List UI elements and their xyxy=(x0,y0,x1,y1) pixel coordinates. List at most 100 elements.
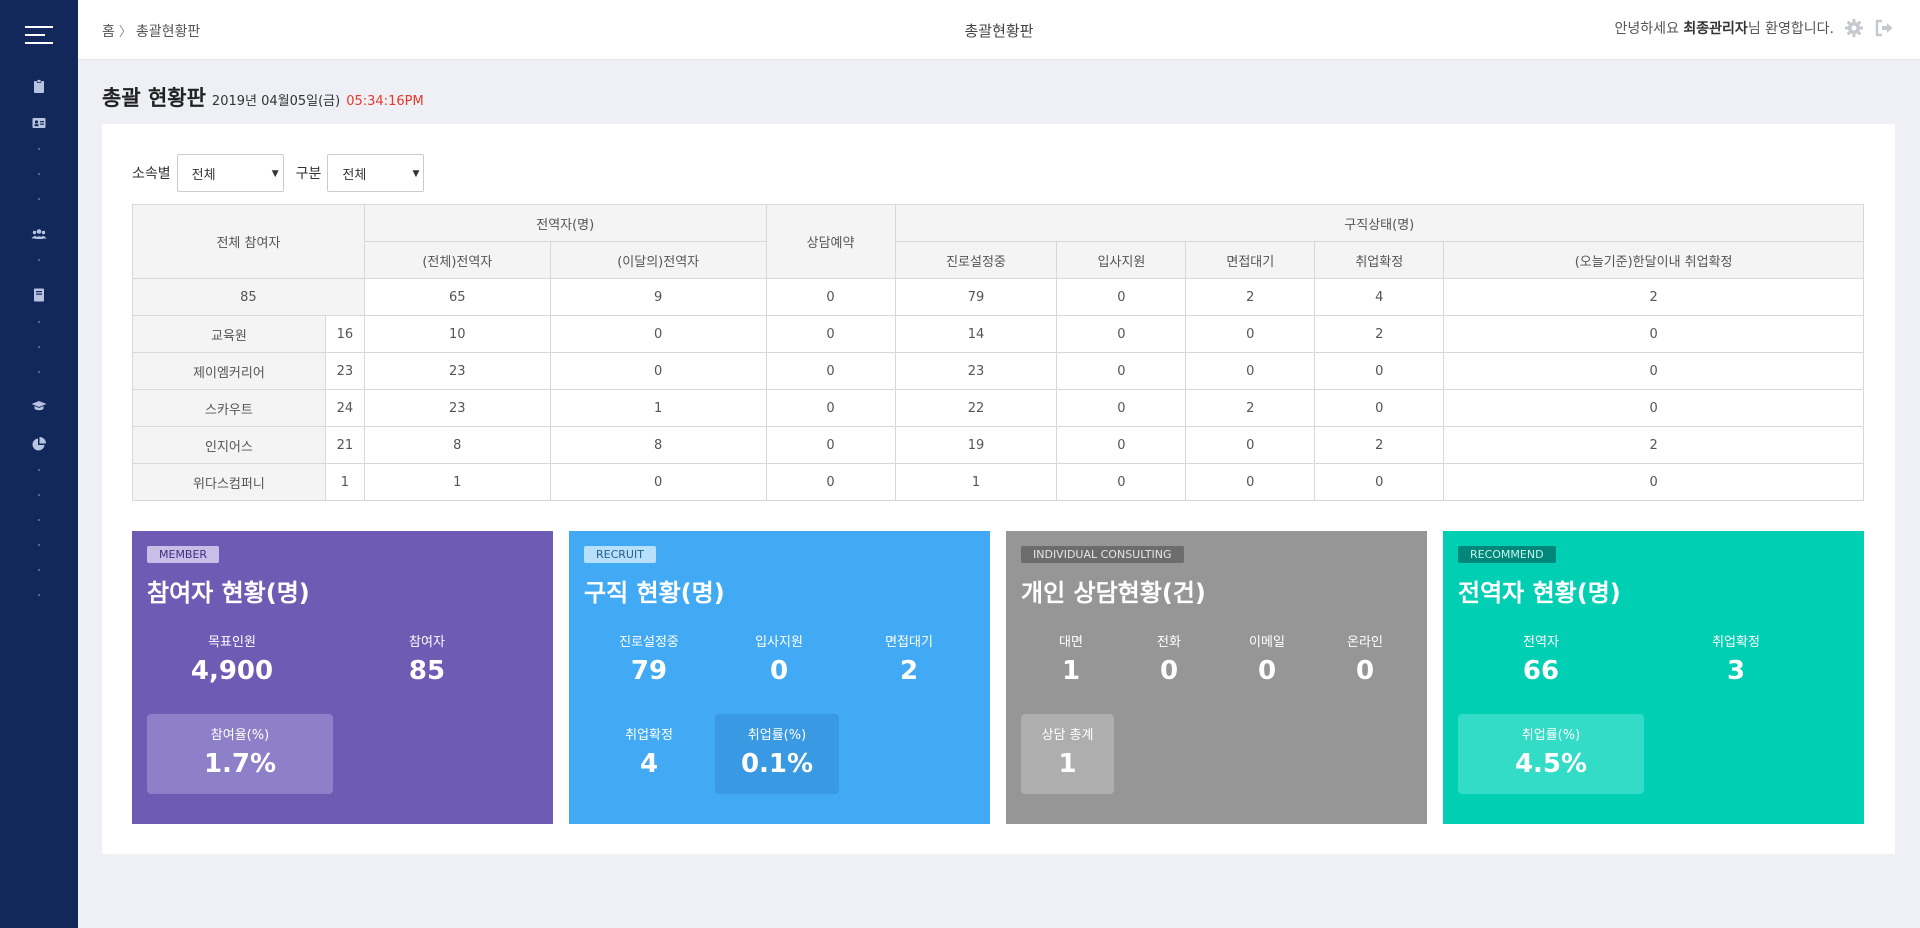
table-cell: 0 xyxy=(1185,426,1316,464)
table-cell: 2 xyxy=(1185,389,1316,427)
participation-rate-box: 참여율(%) 1.7% xyxy=(147,714,333,794)
status-table: 전체 참여자 전역자(명) 상담예약 구직상태(명) (전체)전역자 (이달의)… xyxy=(132,204,1865,501)
participants-metric: 참여자 85 xyxy=(362,631,492,686)
table-cell: 1 xyxy=(894,463,1058,501)
row-count: 21 xyxy=(324,426,365,464)
header-discharged-group: 전역자(명) xyxy=(363,204,767,242)
table-cell: 0 xyxy=(1443,389,1864,427)
caret-down-icon: ▼ xyxy=(271,169,279,179)
page-date: 2019년 04월05일(금) xyxy=(211,94,341,109)
row-name: 교육원 xyxy=(132,315,326,353)
consulting-card-title: 개인 상담현황(건) xyxy=(1021,579,1206,607)
table-cell: 0 xyxy=(1185,352,1316,390)
clipboard-icon[interactable] xyxy=(31,78,47,94)
metric-value: 0 xyxy=(1355,656,1375,686)
table-cell: 0 xyxy=(1185,315,1316,353)
member-tag: MEMBER xyxy=(147,546,220,563)
category-select[interactable]: 전체 ▼ xyxy=(327,154,425,192)
table-cell: 23 xyxy=(363,352,551,390)
table-cell: 8 xyxy=(549,426,767,464)
chevron-right-icon: 〉 xyxy=(118,25,132,40)
book-icon[interactable] xyxy=(31,287,47,303)
consulting-card: INDIVIDUAL CONSULTING 개인 상담현황(건) 대면 1 전화… xyxy=(1006,531,1427,824)
header-job-status-group: 구직상태(명) xyxy=(894,204,1865,242)
user-greeting-area: 안녕하세요 최종관리자님 환영합니다. xyxy=(1615,18,1894,38)
metric-label: 전화 xyxy=(1157,635,1181,650)
header-interview-wait: 면접대기 xyxy=(1185,241,1316,279)
recommend-rate-box: 취업률(%) 4.5% xyxy=(1458,714,1644,794)
table-cell: 19 xyxy=(894,426,1058,464)
menu-icon[interactable] xyxy=(25,26,53,46)
page-time: 05:34:16PM xyxy=(346,94,424,109)
recommend-card-title: 전역자 현황(명) xyxy=(1458,579,1621,607)
table-cell: 0 xyxy=(765,315,896,353)
career-metric: 진로설정중 79 xyxy=(584,631,714,686)
table-cell: 0 xyxy=(1314,389,1445,427)
header-total-participants: 전체 참여자 xyxy=(132,204,365,279)
breadcrumb: 홈 〉 총괄현황판 xyxy=(102,21,200,41)
table-cell: 0 xyxy=(549,352,767,390)
table-cell: 0 xyxy=(765,463,896,501)
pie-chart-icon[interactable] xyxy=(31,436,47,452)
gear-icon[interactable] xyxy=(1844,18,1864,38)
employed-metric: 취업확정 4 xyxy=(584,724,714,779)
row-count: 24 xyxy=(324,389,365,427)
users-icon[interactable] xyxy=(31,226,47,242)
metric-label: 취업률(%) xyxy=(747,728,807,743)
breadcrumb-home[interactable]: 홈 xyxy=(102,24,115,40)
metric-value: 1.7% xyxy=(203,749,277,779)
table-cell: 79 xyxy=(894,278,1058,316)
metric-value: 0.1% xyxy=(740,749,814,779)
row-count: 23 xyxy=(324,352,365,390)
table-cell: 0 xyxy=(765,278,896,316)
consulting-tag: INDIVIDUAL CONSULTING xyxy=(1021,546,1184,563)
table-cell: 8 xyxy=(363,426,551,464)
metric-label: 목표인원 xyxy=(208,635,256,650)
metric-value: 2 xyxy=(899,656,919,686)
employment-rate-box: 취업률(%) 0.1% xyxy=(715,714,839,794)
user-greeting: 안녕하세요 최종관리자님 환영합니다. xyxy=(1615,18,1834,38)
graduation-cap-icon[interactable] xyxy=(31,398,47,414)
row-name: 위다스컴퍼니 xyxy=(132,463,326,501)
recommend-employed-metric: 취업확정 3 xyxy=(1681,631,1791,686)
metric-value: 0 xyxy=(769,656,789,686)
breadcrumb-current: 총괄현황판 xyxy=(135,24,201,40)
logout-icon[interactable] xyxy=(1874,18,1894,38)
metric-value: 79 xyxy=(630,656,668,686)
row-name: 스카우트 xyxy=(132,389,326,427)
recommend-card: RECOMMEND 전역자 현황(명) 전역자 66 취업확정 3 취업률(%)… xyxy=(1443,531,1864,824)
greeting-prefix: 안녕하세요 xyxy=(1614,21,1684,37)
table-cell: 0 xyxy=(1443,352,1864,390)
consult-total-box: 상담 총계 1 xyxy=(1021,714,1114,794)
affiliation-select[interactable]: 전체 ▼ xyxy=(176,154,284,192)
row-name: 인지어스 xyxy=(132,426,326,464)
metric-label: 면접대기 xyxy=(885,635,933,650)
id-card-icon[interactable] xyxy=(31,115,47,131)
table-cell: 2 xyxy=(1314,426,1445,464)
table-cell: 1 xyxy=(363,463,551,501)
row-name: 제이엠커리어 xyxy=(132,352,326,390)
table-cell: 0 xyxy=(1185,463,1316,501)
table-cell: 22 xyxy=(894,389,1058,427)
table-cell: 0 xyxy=(1443,463,1864,501)
metric-label: 참여율(%) xyxy=(210,728,270,743)
email-metric: 이메일 0 xyxy=(1222,631,1312,686)
total-row: 85 65 9 0 79 0 2 4 2 xyxy=(132,278,1864,316)
main-panel: 소속별 전체 ▼ 구분 전체 ▼ 전체 참여자 전역자(명) 상담예약 구직상태… xyxy=(102,124,1895,854)
sidebar xyxy=(0,0,78,928)
topbar: 홈 〉 총괄현황판 총괄현황판 안녕하세요 최종관리자님 환영합니다. xyxy=(78,0,1920,60)
table-cell: 0 xyxy=(765,426,896,464)
header-employed: 취업확정 xyxy=(1314,241,1445,279)
metric-value: 0 xyxy=(1159,656,1179,686)
header-month-employed: (오늘기준)한달이내 취업확정 xyxy=(1443,241,1864,279)
total-cell: 85 xyxy=(132,278,365,316)
table-cell: 4 xyxy=(1314,278,1445,316)
table-cell: 2 xyxy=(1185,278,1316,316)
metric-label: 취업확정 xyxy=(1712,635,1760,650)
applied-metric: 입사지원 0 xyxy=(714,631,844,686)
greeting-suffix: 님 환영합니다. xyxy=(1747,21,1834,37)
page-title: 총괄 현황판 xyxy=(102,86,206,110)
metric-label: 온라인 xyxy=(1347,635,1383,650)
affiliation-label: 소속별 xyxy=(132,166,171,182)
affiliation-select-value: 전체 xyxy=(191,167,216,183)
